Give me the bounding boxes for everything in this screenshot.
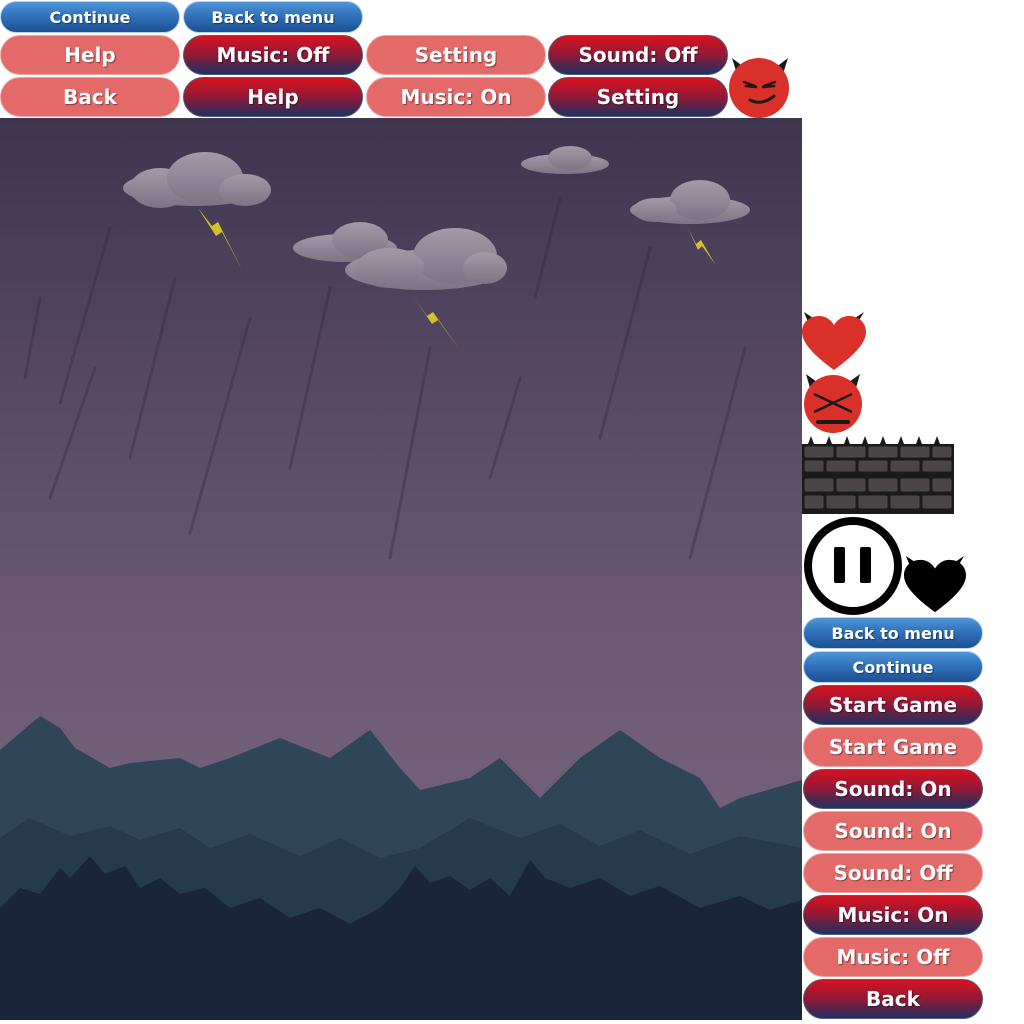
- sound-off-button[interactable]: Sound: Off: [803, 853, 983, 893]
- continue-button[interactable]: Continue: [0, 1, 180, 33]
- start-game-button-dark[interactable]: Start Game: [803, 685, 983, 725]
- setting-button[interactable]: Setting: [366, 35, 546, 75]
- continue-button[interactable]: Continue: [803, 651, 983, 683]
- devil-heart-icon: [802, 312, 866, 370]
- black-devil-heart-icon: [904, 555, 966, 613]
- help-button[interactable]: Help: [0, 35, 180, 75]
- back-button-dark[interactable]: Back: [803, 979, 983, 1019]
- start-game-button[interactable]: Start Game: [803, 727, 983, 767]
- back-to-menu-button[interactable]: Back to menu: [183, 1, 363, 33]
- brick-wall-spikes-icon: [802, 436, 954, 514]
- stormy-mountain-background: [0, 118, 802, 1020]
- music-off-button[interactable]: Music: Off: [183, 35, 363, 75]
- devil-dead-face-icon: [804, 374, 862, 433]
- music-on-button-dark[interactable]: Music: On: [803, 895, 983, 935]
- sound-on-button[interactable]: Sound: On: [803, 811, 983, 851]
- pause-icon[interactable]: [802, 515, 904, 617]
- sound-off-button[interactable]: Sound: Off: [548, 35, 728, 75]
- sound-on-button-dark[interactable]: Sound: On: [803, 769, 983, 809]
- music-off-button[interactable]: Music: Off: [803, 937, 983, 977]
- music-on-button[interactable]: Music: On: [366, 77, 546, 117]
- devil-face-icon: [729, 58, 789, 118]
- setting-button-dark[interactable]: Setting: [548, 77, 728, 117]
- back-button[interactable]: Back: [0, 77, 180, 117]
- help-button-dark[interactable]: Help: [183, 77, 363, 117]
- back-to-menu-button[interactable]: Back to menu: [803, 617, 983, 649]
